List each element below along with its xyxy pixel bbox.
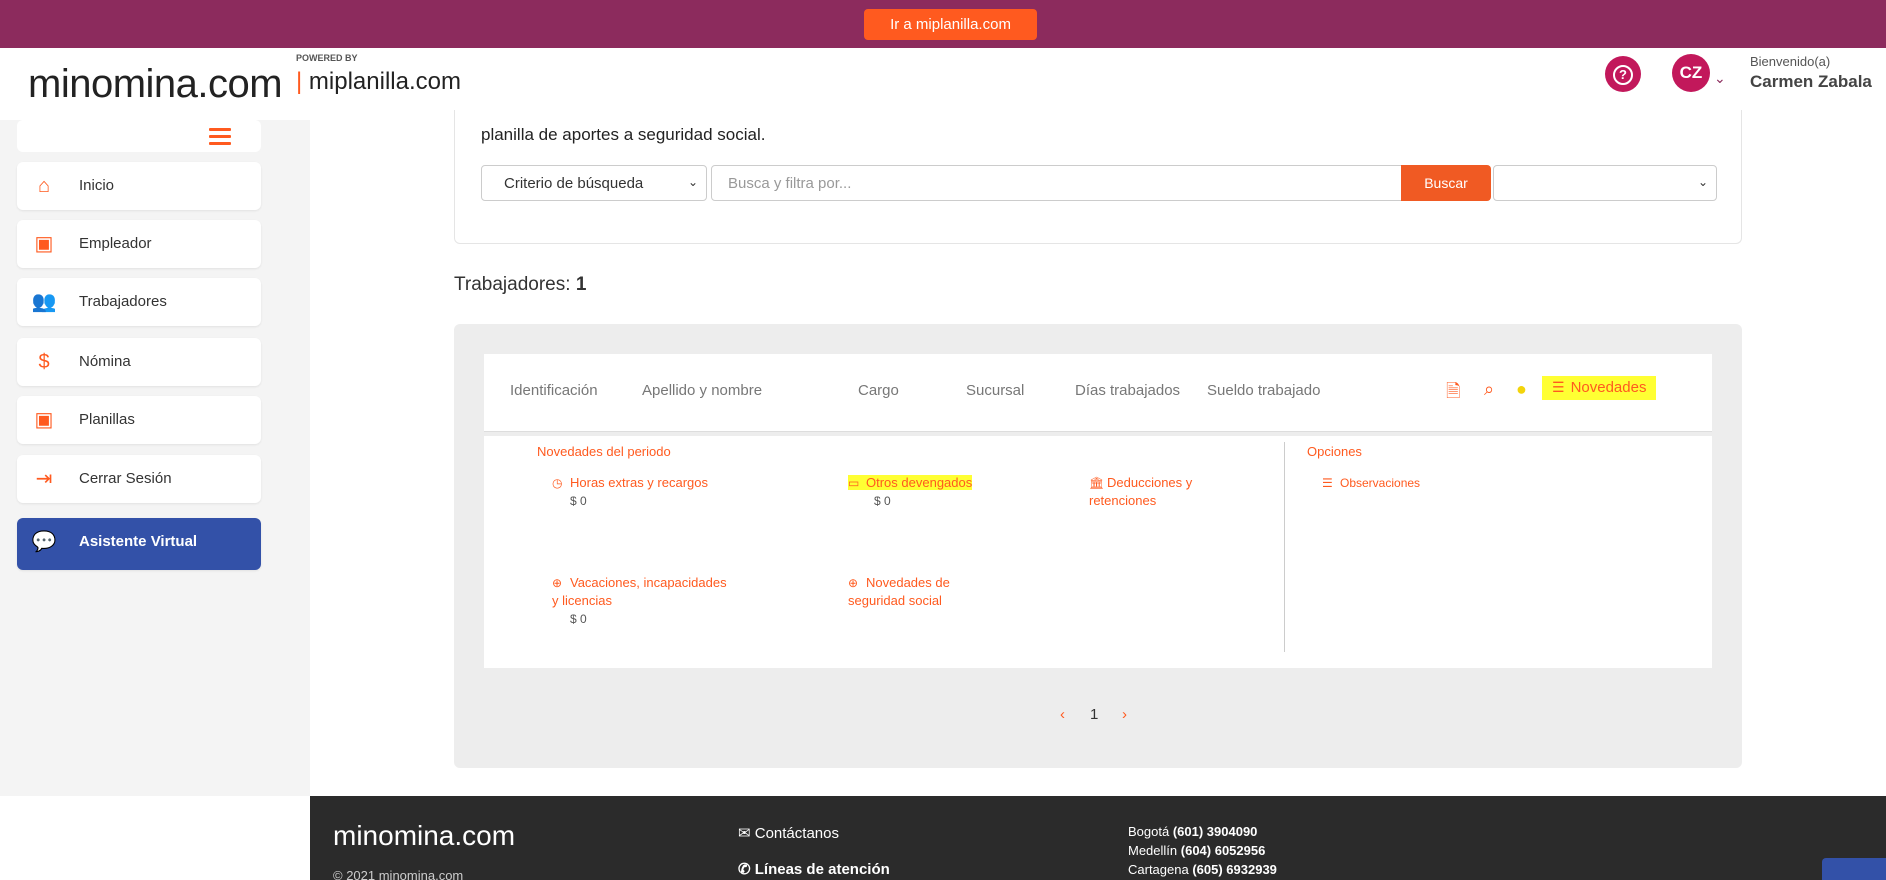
novedad-deducciones[interactable]: 🏛 Deducciones y retenciones (1089, 474, 1209, 510)
sidebar-item-label: Empleador (79, 235, 152, 252)
column-header: Días trabajados (1075, 382, 1181, 399)
contact-link[interactable]: ✉ Contáctanos (738, 824, 839, 842)
sidebar-item-planillas[interactable]: ▣ Planillas (17, 396, 261, 444)
sidebar-header (17, 120, 261, 152)
phone-list: Bogotá (601) 3904090 Medellín (604) 6052… (1128, 822, 1277, 879)
options-title: Opciones (1307, 444, 1362, 459)
search-card: planilla de aportes a seguridad social. … (454, 110, 1742, 244)
workers-count: Trabajadores: 1 (454, 274, 587, 295)
novedad-seguridad-social[interactable]: ⊕ Novedades de seguridad social (848, 574, 1008, 610)
buscar-button[interactable]: Buscar (1401, 165, 1491, 201)
novedades-button[interactable]: ☰ Novedades (1542, 376, 1656, 400)
cash-icon: ▭ (848, 476, 860, 490)
search-icon[interactable]: ⌕ (1484, 379, 1494, 400)
miplanilla-logo[interactable]: | miplanilla.com (296, 68, 461, 96)
list-icon: ☰ (1322, 476, 1333, 490)
phone-item: Bogotá (601) 3904090 (1128, 824, 1258, 839)
divider (1284, 442, 1285, 652)
avatar[interactable]: CZ (1672, 54, 1710, 92)
novedades-panel: Novedades del periodo Opciones ◷ Horas ex… (484, 436, 1712, 668)
chat-icon: 💬 (31, 531, 57, 553)
clock-icon: ◷ (552, 476, 563, 490)
plus-circle-icon: ⊕ (848, 576, 859, 590)
logout-icon: ⇥ (35, 468, 53, 490)
chevron-down-icon: ⌄ (687, 175, 698, 189)
minomina-logo[interactable]: minomina.com (28, 62, 283, 107)
footer-logo[interactable]: minomina.com (333, 820, 515, 852)
menu-icon[interactable] (209, 128, 231, 146)
novedad-vacaciones[interactable]: ⊕ Vacaciones, incapacidades y licencias $… (552, 574, 732, 628)
column-header: Sueldo trabajado (1207, 382, 1321, 399)
workers-table: Identificación Apellido y nombre Cargo S… (454, 324, 1742, 768)
mail-icon: ✉ (738, 825, 751, 842)
top-banner: Ir a miplanilla.com (0, 0, 1886, 48)
chevron-down-icon: ⌄ (1697, 175, 1708, 189)
secondary-select[interactable]: ⌄ (1493, 165, 1717, 201)
plus-circle-icon: ⊕ (552, 576, 563, 590)
sidebar-item-label: Inicio (79, 177, 115, 194)
support-lines-link[interactable]: ✆ Líneas de atención (738, 860, 890, 878)
criterio-select[interactable]: Criterio de búsqueda ⌄ (481, 165, 707, 201)
sliders-icon: ☰ (1552, 379, 1565, 395)
sidebar-item-cerrar-sesion[interactable]: ⇥ Cerrar Sesión (17, 455, 261, 503)
user-icon[interactable]: ● (1516, 379, 1527, 400)
sidebar-item-label: Nómina (79, 353, 131, 370)
main-content: planilla de aportes a seguridad social. … (310, 110, 1886, 796)
bank-icon: 🏛 (1089, 476, 1105, 490)
pagination: ‹ 1 › (1060, 706, 1150, 726)
sidebar-item-label: Planillas (79, 411, 135, 428)
phone-item: Cartagena (605) 6932939 (1128, 862, 1277, 877)
powered-by-label: POWERED BY (296, 53, 358, 63)
phone-icon: ✆ (738, 861, 751, 878)
next-page-icon[interactable]: › (1122, 706, 1127, 723)
chevron-down-icon[interactable]: ⌄ (1714, 70, 1726, 87)
dollar-icon: $ (38, 351, 50, 373)
period-title: Novedades del periodo (537, 444, 671, 459)
username: Carmen Zabala (1750, 72, 1872, 91)
page-number[interactable]: 1 (1090, 706, 1098, 723)
column-header: Cargo (858, 382, 899, 399)
footer: minomina.com © 2021 minomina.com ✉ Contá… (310, 796, 1886, 880)
sidebar: ⌂ Inicio ▣ Empleador 👥 Trabajadores $ Nó… (0, 120, 310, 796)
chat-widget-button[interactable] (1822, 858, 1886, 880)
sidebar-item-asistente-virtual[interactable]: 💬 Asistente Virtual (17, 518, 261, 570)
sidebar-item-inicio[interactable]: ⌂ Inicio (17, 162, 261, 210)
sidebar-item-nomina[interactable]: $ Nómina (17, 338, 261, 386)
sidebar-item-label: Trabajadores (79, 293, 167, 310)
welcome-label: Bienvenido(a) (1750, 54, 1831, 69)
search-intro-text: planilla de aportes a seguridad social. (481, 125, 766, 144)
go-miplanilla-button[interactable]: Ir a miplanilla.com (864, 9, 1037, 40)
column-header: Apellido y nombre (642, 382, 763, 399)
prev-page-icon[interactable]: ‹ (1060, 706, 1065, 723)
sidebar-item-label: Cerrar Sesión (79, 470, 172, 487)
copyright: © 2021 minomina.com (333, 868, 464, 880)
novedad-horas-extras[interactable]: ◷ Horas extras y recargos $ 0 (552, 474, 708, 510)
column-header: Sucursal (966, 382, 1025, 399)
sidebar-item-label: Asistente Virtual (79, 533, 198, 550)
search-input[interactable]: Busca y filtra por... (711, 165, 1403, 201)
sidebar-item-trabajadores[interactable]: 👥 Trabajadores (17, 278, 261, 326)
home-icon: ⌂ (37, 175, 51, 197)
question-circle-icon[interactable]: ? (1605, 56, 1641, 92)
badge-icon: ▣ (34, 233, 54, 255)
phone-item: Medellín (604) 6052956 (1128, 843, 1266, 858)
badge-icon: ▣ (34, 409, 54, 431)
novedad-otros-devengados[interactable]: ▭ Otros devengados $ 0 (848, 474, 973, 510)
sidebar-item-empleador[interactable]: ▣ Empleador (17, 220, 261, 268)
table-header: Identificación Apellido y nombre Cargo S… (484, 354, 1712, 432)
column-header: Identificación (510, 382, 598, 399)
pdf-icon[interactable]: 🗎 (1446, 379, 1460, 409)
observaciones-link[interactable]: ☰ Observaciones (1322, 474, 1420, 492)
users-icon: 👥 (31, 291, 57, 313)
